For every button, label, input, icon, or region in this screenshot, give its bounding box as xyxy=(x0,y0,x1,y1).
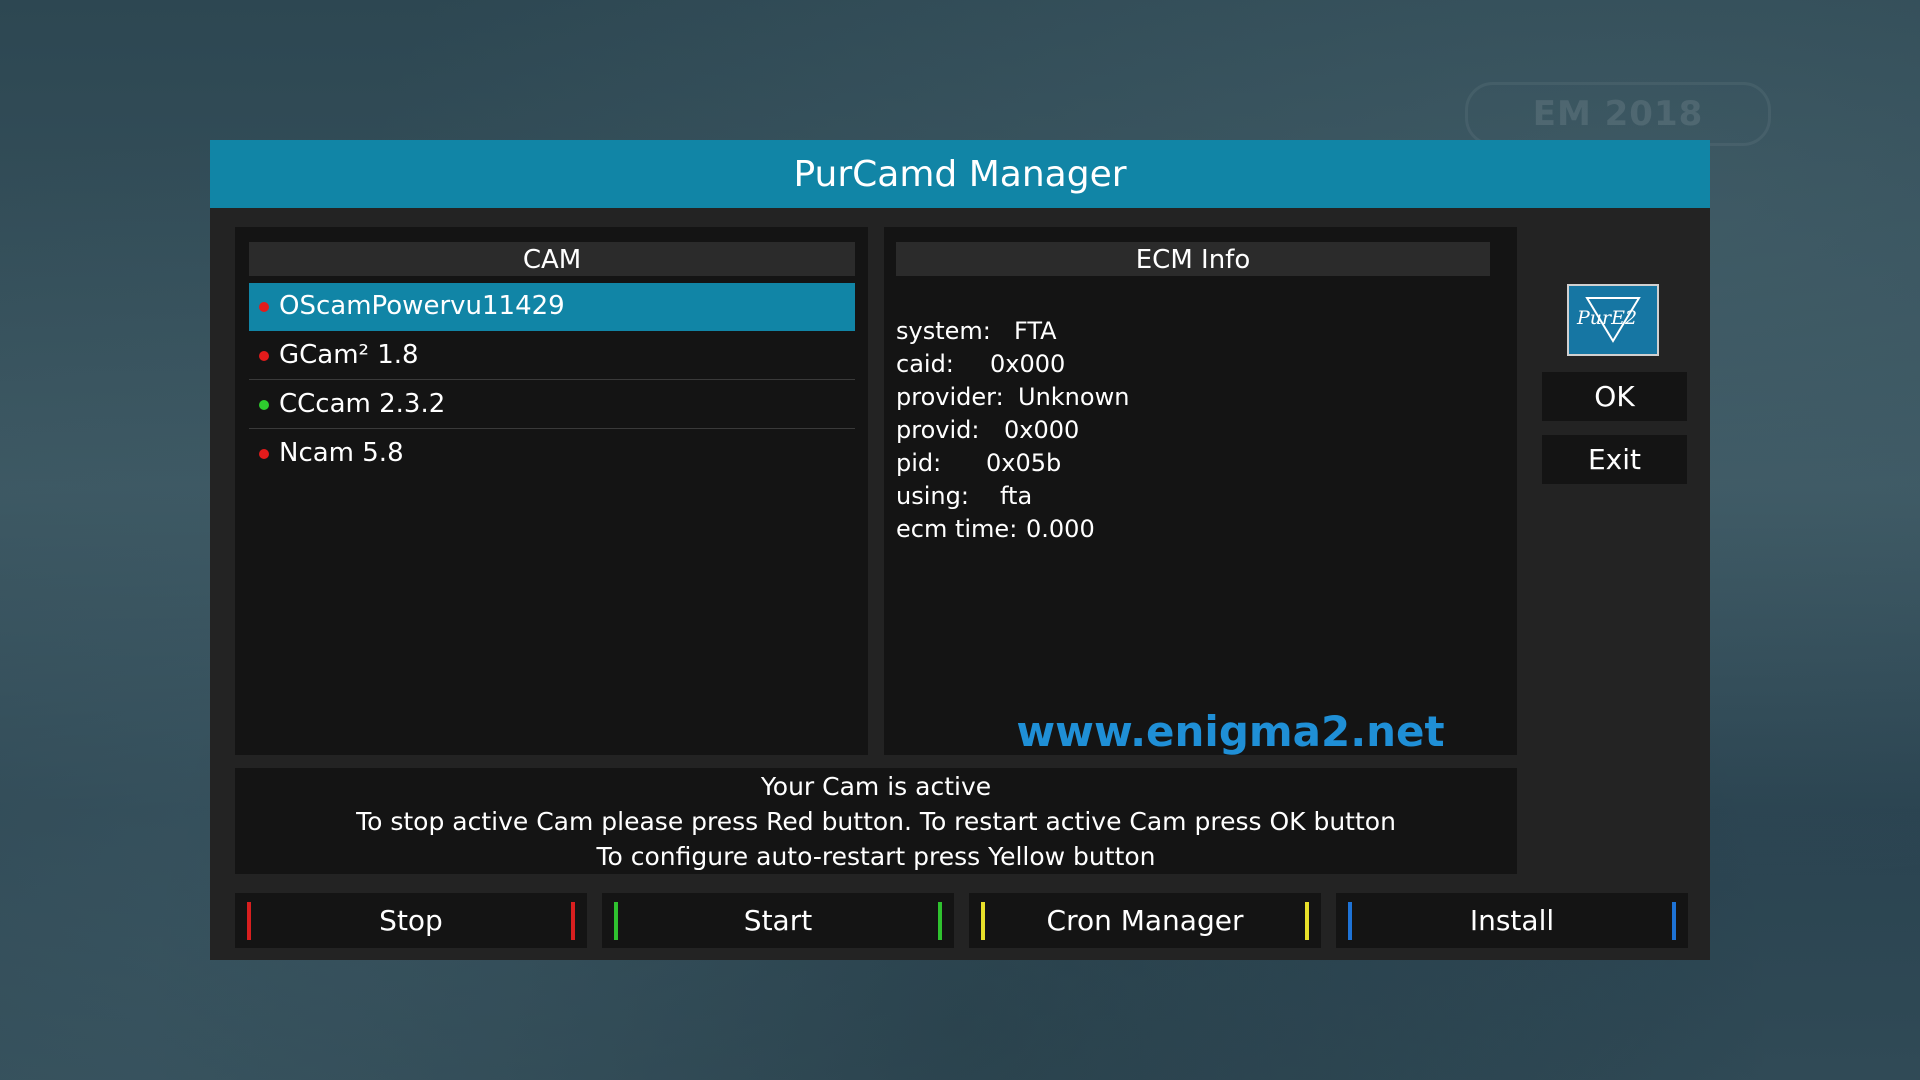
install-button[interactable]: Install xyxy=(1336,893,1688,948)
red-key-indicator xyxy=(247,902,251,940)
install-button-label: Install xyxy=(1469,904,1555,937)
status-dot-icon xyxy=(259,302,269,312)
cam-list-item[interactable]: GCam² 1.8 xyxy=(249,332,855,380)
yellow-key-indicator xyxy=(1305,902,1309,940)
ecm-key: ecm time: xyxy=(896,515,1018,543)
green-key-indicator xyxy=(938,902,942,940)
ecm-info-panel: ECM Info system: FTA caid: 0x000 provider:… xyxy=(884,227,1517,756)
enigma2-watermark: www.enigma2.net xyxy=(1016,707,1445,756)
cam-list-item[interactable]: Ncam 5.8 xyxy=(249,430,855,477)
ecm-value: 0x05b xyxy=(986,449,1062,477)
status-message-line: To stop active Cam please press Red butt… xyxy=(356,807,1396,836)
cam-panel: CAM OScamPowervu11429 GCam² 1.8 CCcam 2.… xyxy=(235,227,868,755)
background-emblem: EM 2018 xyxy=(1465,82,1771,146)
ecm-value: 0.000 xyxy=(1026,515,1095,543)
cron-manager-button[interactable]: Cron Manager xyxy=(969,893,1321,948)
ecm-row-provider: provider: Unknown xyxy=(896,381,1129,414)
ecm-value: 0x000 xyxy=(990,350,1066,378)
ecm-value: FTA xyxy=(1014,317,1057,345)
cam-panel-header: CAM xyxy=(249,242,855,276)
ecm-value: Unknown xyxy=(1018,383,1130,411)
stop-button-label: Stop xyxy=(379,904,443,937)
dialog-title: PurCamd Manager xyxy=(210,140,1710,208)
blue-key-indicator xyxy=(1348,902,1352,940)
ecm-key: provid: xyxy=(896,416,980,444)
status-dot-icon xyxy=(259,449,269,459)
ecm-value: fta xyxy=(1000,482,1033,510)
ecm-row-using: using: fta xyxy=(896,480,1129,513)
ecm-key: using: xyxy=(896,482,969,510)
start-button[interactable]: Start xyxy=(602,893,954,948)
cam-list: OScamPowervu11429 GCam² 1.8 CCcam 2.3.2 … xyxy=(249,283,855,478)
start-button-label: Start xyxy=(743,904,813,937)
status-message-box: Your Cam is active To stop active Cam pl… xyxy=(235,768,1517,874)
ecm-row-caid: caid: 0x000 xyxy=(896,348,1129,381)
exit-button[interactable]: Exit xyxy=(1542,435,1687,484)
cam-name: OScamPowervu11429 xyxy=(279,291,565,321)
blue-key-indicator xyxy=(1672,902,1676,940)
ok-button[interactable]: OK xyxy=(1542,372,1687,421)
cam-list-item[interactable]: CCcam 2.3.2 xyxy=(249,381,855,429)
cam-name: CCcam 2.3.2 xyxy=(279,389,446,419)
ecm-row-provid: provid: 0x000 xyxy=(896,414,1129,447)
ecm-info-list: system: FTA caid: 0x000 provider: Unknown p… xyxy=(896,315,1129,546)
status-dot-icon xyxy=(259,400,269,410)
red-key-indicator xyxy=(571,902,575,940)
status-dot-icon xyxy=(259,351,269,361)
ecm-row-system: system: FTA xyxy=(896,315,1129,348)
green-key-indicator xyxy=(614,902,618,940)
pure2-logo-icon: PurE2 xyxy=(1576,297,1641,343)
stop-button[interactable]: Stop xyxy=(235,893,587,948)
ecm-value: 0x000 xyxy=(1004,416,1080,444)
yellow-key-indicator xyxy=(981,902,985,940)
ecm-key: system: xyxy=(896,317,991,345)
ecm-key: caid: xyxy=(896,350,954,378)
status-message-line: Your Cam is active xyxy=(760,772,992,801)
ecm-key: pid: xyxy=(896,449,942,477)
cron-manager-button-label: Cron Manager xyxy=(1046,904,1244,937)
ecm-key: provider: xyxy=(896,383,1004,411)
ecm-panel-header: ECM Info xyxy=(896,242,1490,276)
purcamd-manager-dialog: PurCamd Manager CAM OScamPowervu11429 GC… xyxy=(210,140,1710,960)
ecm-row-ecm-time: ecm time: 0.000 xyxy=(896,513,1129,546)
cam-list-item[interactable]: OScamPowervu11429 xyxy=(249,283,855,331)
cam-name: Ncam 5.8 xyxy=(279,438,404,468)
pure2-logo: PurE2 xyxy=(1567,284,1659,356)
ecm-row-pid: pid: 0x05b xyxy=(896,447,1129,480)
status-message-line: To configure auto-restart press Yellow b… xyxy=(596,842,1156,871)
pure2-logo-text: PurE2 xyxy=(1576,307,1637,329)
cam-name: GCam² 1.8 xyxy=(279,340,419,370)
